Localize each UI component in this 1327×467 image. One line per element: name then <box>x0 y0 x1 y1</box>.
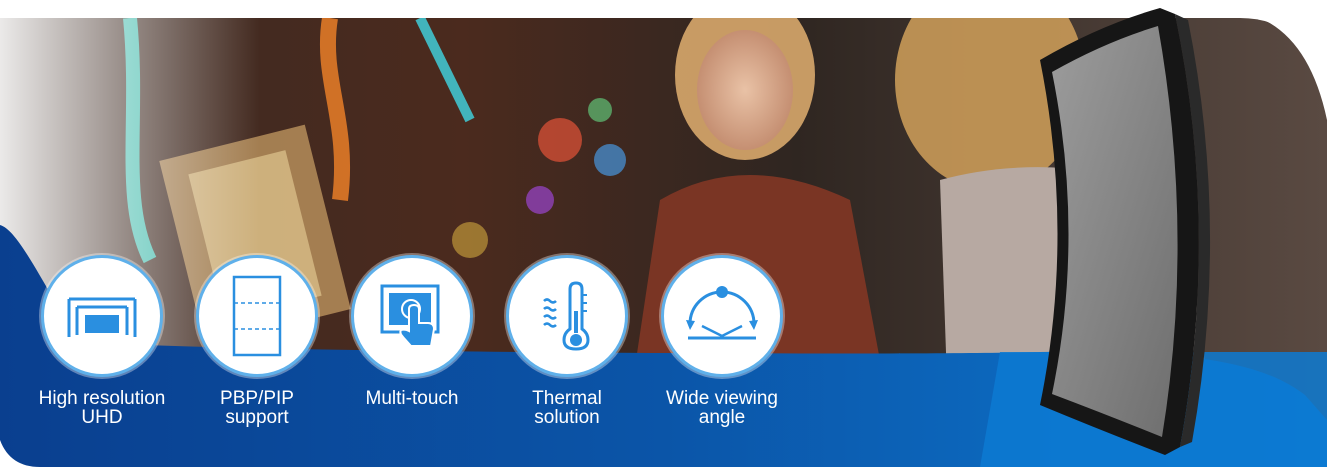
feature-circle <box>41 255 163 377</box>
feature-pbp-pip: PBP/PIP support <box>187 255 327 427</box>
feature-label: PBP/PIP support <box>220 388 294 428</box>
feature-multi-touch: Multi-touch <box>342 255 482 408</box>
product-banner: High resolution UHD PBP/PIP support Mult… <box>0 0 1327 467</box>
feature-circle <box>661 255 783 377</box>
feature-label: Wide viewing angle <box>666 388 778 428</box>
touch-screen-icon <box>380 284 440 347</box>
feature-label: Thermal solution <box>532 388 602 428</box>
feature-label: Multi-touch <box>365 388 459 409</box>
split-screen-icon <box>232 275 282 357</box>
feature-label: High resolution UHD <box>38 388 166 428</box>
feature-circle <box>506 255 628 377</box>
curved-monitor-image <box>1040 8 1211 455</box>
viewing-angle-icon <box>686 286 758 340</box>
feature-thermal: Thermal solution <box>497 255 637 427</box>
feature-high-resolution: High resolution UHD <box>32 255 172 427</box>
feature-wide-viewing-angle: Wide viewing angle <box>652 255 792 427</box>
feature-circle <box>196 255 318 377</box>
thermometer-icon <box>543 281 590 351</box>
feature-circle <box>351 255 473 377</box>
monitor-resolution-icon <box>67 297 137 337</box>
